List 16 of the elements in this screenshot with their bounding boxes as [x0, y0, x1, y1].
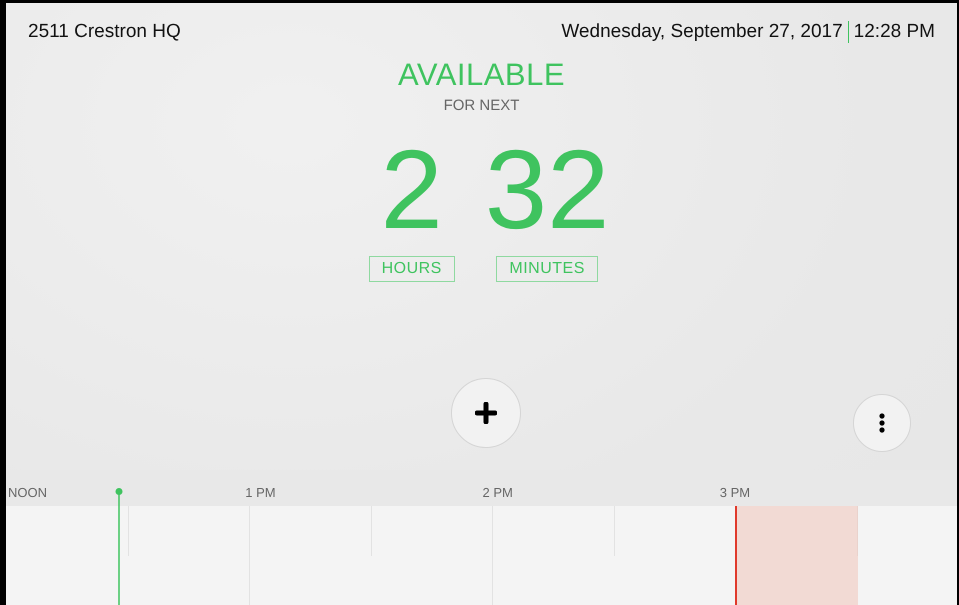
time-label: NOON [8, 485, 47, 500]
countdown-number: 2 [380, 140, 443, 240]
more-icon [879, 413, 885, 433]
date-text: Wednesday, September 27, 2017 [561, 21, 843, 43]
unit-label: HOURS [368, 256, 455, 282]
time-text: 12:28 PM [854, 21, 935, 43]
time-label: 1 PM [245, 485, 276, 500]
time-label: 3 PM [720, 485, 750, 500]
time-label: 2 PM [482, 485, 513, 500]
room-name: 2511 Crestron HQ [28, 21, 181, 43]
plus-icon [475, 402, 497, 424]
status-subtitle: FOR NEXT [444, 97, 520, 114]
unit-label: MINUTES [496, 256, 598, 282]
countdown-number: 32 [484, 140, 610, 240]
reservation-block[interactable] [735, 506, 858, 605]
status-title: AVAILABLE [398, 57, 566, 93]
